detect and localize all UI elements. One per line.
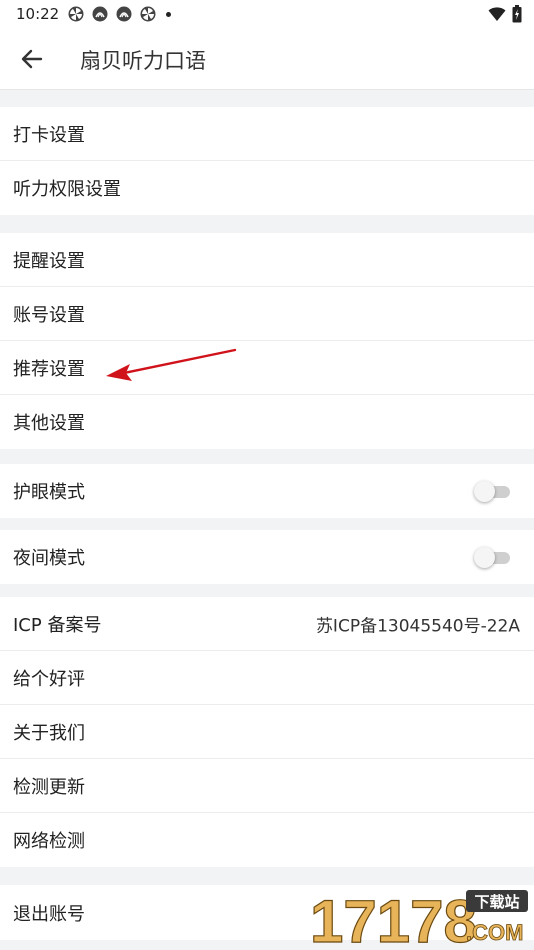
night-mode-item: 夜间模式 [0,530,534,584]
night-mode-toggle[interactable] [474,547,510,568]
icp-record-label: ICP 备案号 [13,614,102,636]
settings-group-checkin: 打卡设置 听力权限设置 [0,107,534,215]
icp-record-value: 苏ICP备13045540号-22A [315,616,520,636]
status-system-icons [488,5,522,23]
eye-protection-mode-label: 护眼模式 [13,482,85,503]
check-update-item[interactable]: 检测更新 [0,759,534,813]
app-bar: 扇贝听力口语 [0,28,534,90]
icp-record-item: ICP 备案号 苏ICP备13045540号-22A [0,597,534,651]
watermark-domain: .COM [466,920,523,945]
shell-app-icon-2 [116,6,132,22]
network-check-label: 网络检测 [13,831,85,852]
listening-permission-settings-label: 听力权限设置 [13,179,121,200]
status-time: 10:22 [16,5,60,23]
eye-protection-mode-item: 护眼模式 [0,464,534,518]
check-update-label: 检测更新 [13,776,85,798]
watermark-tag: 下载站 [474,893,519,911]
other-settings-item[interactable]: 其他设置 [0,395,534,449]
rate-app-label: 给个好评 [13,668,85,690]
back-arrow-icon[interactable] [18,45,46,73]
night-mode-label: 夜间模式 [13,548,85,569]
about-us-item[interactable]: 关于我们 [0,705,534,759]
settings-group-eye-mode: 护眼模式 [0,464,534,518]
pinwheel-app-icon [68,6,84,22]
settings-group-general: 提醒设置 账号设置 推荐设置 其他设置 [0,233,534,449]
toggle-knob [474,481,495,502]
network-check-item[interactable]: 网络检测 [0,813,534,867]
checkin-settings-item[interactable]: 打卡设置 [0,107,534,161]
logout-label: 退出账号 [13,903,85,925]
pinwheel-app-icon-2 [140,6,156,22]
shell-app-icon [92,6,108,22]
reminder-settings-label: 提醒设置 [13,250,85,272]
watermark-number: 17178 [310,888,477,948]
checkin-settings-label: 打卡设置 [13,124,85,146]
toggle-knob [474,547,495,568]
battery-icon [512,5,522,23]
status-notification-icons [68,6,171,22]
status-bar: 10:22 [0,0,534,28]
account-settings-label: 账号设置 [13,304,85,326]
account-settings-item[interactable]: 账号设置 [0,287,534,341]
rate-app-item[interactable]: 给个好评 [0,651,534,705]
other-settings-label: 其他设置 [13,413,85,434]
about-us-label: 关于我们 [13,722,85,744]
settings-group-night-mode: 夜间模式 [0,530,534,584]
wifi-icon [488,7,506,21]
recommendation-settings-item[interactable]: 推荐设置 [0,341,534,395]
site-watermark-logo: 17178 下载站 .COM [309,888,528,948]
reminder-settings-item[interactable]: 提醒设置 [0,233,534,287]
settings-group-about: ICP 备案号 苏ICP备13045540号-22A 给个好评 关于我们 检测更… [0,597,534,867]
listening-permission-settings-item[interactable]: 听力权限设置 [0,161,534,215]
recommendation-settings-label: 推荐设置 [13,358,85,380]
eye-protection-mode-toggle[interactable] [474,481,510,502]
more-notifications-dot [166,11,171,17]
page-title: 扇贝听力口语 [80,49,206,73]
